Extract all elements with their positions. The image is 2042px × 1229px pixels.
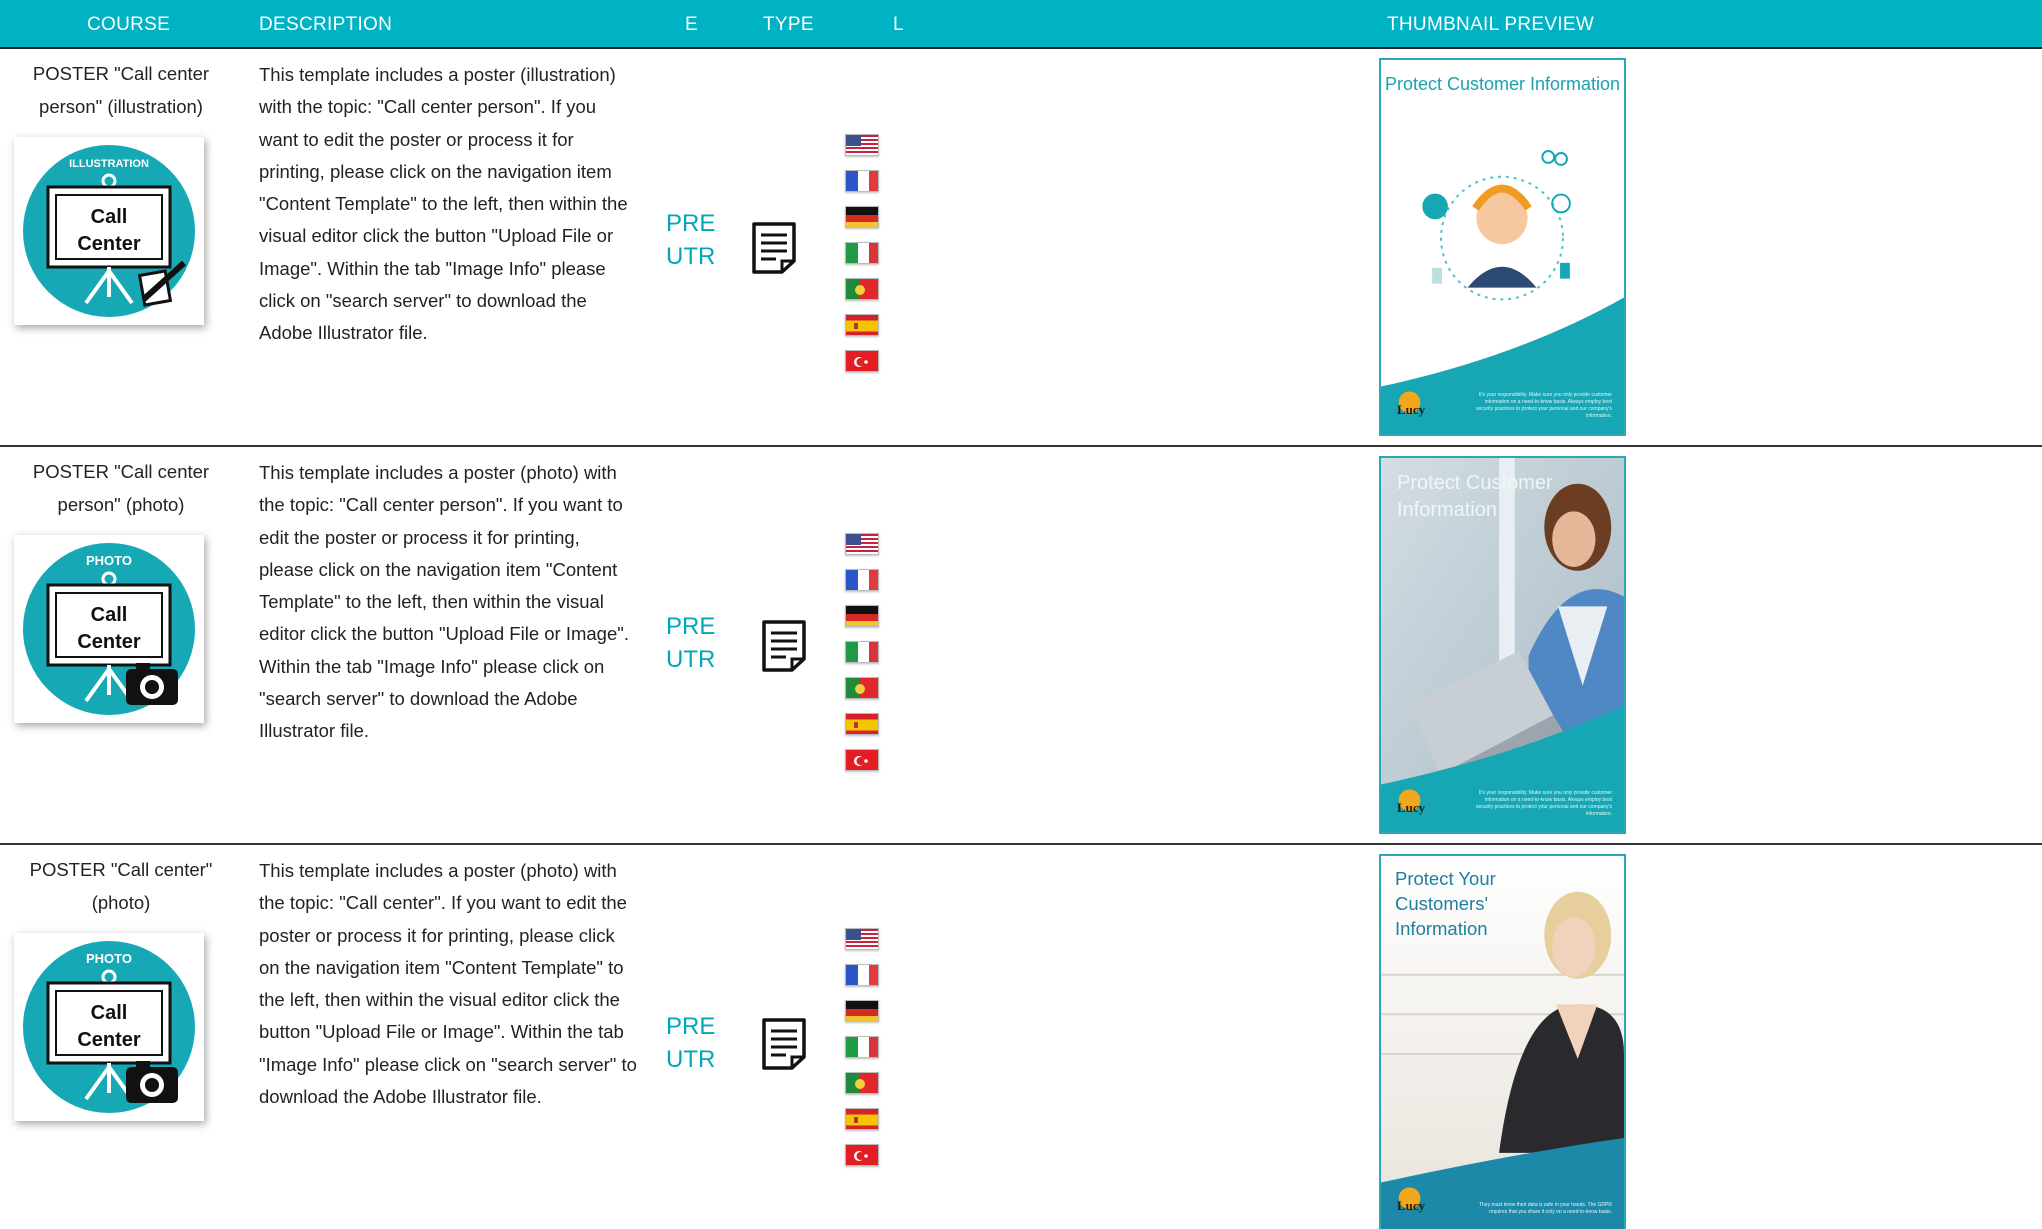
flag-it-icon[interactable] [845, 641, 879, 663]
flag-fr-icon[interactable] [845, 569, 879, 591]
course-title[interactable]: POSTER "Call center" (photo) [20, 853, 222, 919]
course-icon[interactable]: ILLUSTRATION Call Center [14, 137, 204, 325]
document-icon[interactable] [750, 221, 798, 275]
description-text: This template includes a poster (photo) … [259, 860, 637, 1108]
table-row[interactable]: POSTER "Call center person" (photo) PHOT… [0, 447, 2042, 845]
flag-us-icon[interactable] [845, 533, 879, 555]
icon-text-call: Call [91, 206, 128, 228]
flag-tr-icon[interactable] [845, 1144, 879, 1166]
thumbnail-title: Protect Customer Information [1397, 472, 1553, 521]
camera-icon [126, 1061, 178, 1103]
e-pre: PRE [666, 1013, 716, 1040]
thumbnail-fine-print: They must know their data is safe in you… [1478, 1202, 1612, 1215]
flag-de-icon[interactable] [845, 206, 879, 228]
e-pre: PRE [666, 613, 716, 640]
thumbnail-title: Protect Customer Information [1384, 74, 1621, 94]
document-icon[interactable] [760, 1017, 808, 1071]
language-flags [845, 928, 879, 1180]
language-flags [845, 134, 879, 386]
table-header: COURSE DESCRIPTION E TYPE L THUMBNAIL PR… [0, 0, 2042, 49]
e-utr: UTR [666, 646, 716, 673]
flag-de-icon[interactable] [845, 1000, 879, 1022]
flag-us-icon[interactable] [845, 928, 879, 950]
course-icon[interactable]: PHOTO Call Center [14, 535, 204, 723]
thumbnail-fine-print: It's your responsibility. Make sure you … [1475, 790, 1612, 817]
flag-pt-icon[interactable] [845, 677, 879, 699]
icon-text-call: Call [91, 1002, 128, 1024]
table-row[interactable]: POSTER "Call center person" (illustratio… [0, 49, 2042, 447]
camera-icon [126, 663, 178, 705]
description-text: This template includes a poster (photo) … [259, 462, 629, 742]
column-header-thumbnail[interactable]: THUMBNAIL PREVIEW [1387, 14, 1594, 36]
thumbnail-fine-print: It's your responsibility. Make sure you … [1475, 392, 1612, 419]
e-utr: UTR [666, 1046, 716, 1073]
flag-tr-icon[interactable] [845, 749, 879, 771]
flag-pt-icon[interactable] [845, 1072, 879, 1094]
icon-tag: ILLUSTRATION [69, 158, 149, 170]
icon-text-center: Center [77, 631, 141, 653]
flag-es-icon[interactable] [845, 1108, 879, 1130]
icon-text-center: Center [77, 233, 141, 255]
document-icon[interactable] [760, 619, 808, 673]
flag-tr-icon[interactable] [845, 350, 879, 372]
e-utr: UTR [666, 243, 716, 270]
column-header-course[interactable]: COURSE [87, 14, 170, 36]
course-icon[interactable]: PHOTO Call Center [14, 933, 204, 1121]
icon-text-call: Call [91, 604, 128, 626]
flag-pt-icon[interactable] [845, 278, 879, 300]
e-column: PRE UTR [666, 207, 736, 273]
flag-de-icon[interactable] [845, 605, 879, 627]
column-header-type[interactable]: TYPE [763, 14, 814, 36]
icon-tag: PHOTO [86, 553, 132, 568]
thumbnail-title: Protect Your Customers' Information [1395, 868, 1496, 939]
thumbnail-preview[interactable]: Protect Your Customers' Information Lucy… [1379, 854, 1626, 1229]
language-flags [845, 533, 879, 785]
course-title[interactable]: POSTER "Call center person" (photo) [20, 455, 222, 521]
flag-it-icon[interactable] [845, 242, 879, 264]
icon-text-center: Center [77, 1029, 141, 1051]
thumbnail-preview[interactable]: Protect Customer Information Lucy It's y… [1379, 58, 1626, 436]
column-header-description[interactable]: DESCRIPTION [259, 14, 392, 36]
flag-fr-icon[interactable] [845, 964, 879, 986]
icon-tag: PHOTO [86, 951, 132, 966]
flag-es-icon[interactable] [845, 713, 879, 735]
lucy-logo: Lucy [1397, 1198, 1426, 1213]
column-header-e[interactable]: E [685, 14, 698, 36]
flag-fr-icon[interactable] [845, 170, 879, 192]
flag-it-icon[interactable] [845, 1036, 879, 1058]
lucy-logo: Lucy [1397, 800, 1426, 815]
e-column: PRE UTR [666, 610, 736, 676]
thumbnail-preview[interactable]: Protect Customer Information Lucy It's y… [1379, 456, 1626, 834]
flag-es-icon[interactable] [845, 314, 879, 336]
e-column: PRE UTR [666, 1010, 736, 1076]
course-title[interactable]: POSTER "Call center person" (illustratio… [20, 57, 222, 123]
column-header-l[interactable]: L [893, 14, 904, 36]
e-pre: PRE [666, 210, 716, 237]
description-text: This template includes a poster (illustr… [259, 64, 628, 344]
flag-us-icon[interactable] [845, 134, 879, 156]
lucy-logo: Lucy [1397, 402, 1426, 417]
table-row[interactable]: POSTER "Call center" (photo) PHOTO Call … [0, 845, 2042, 1229]
